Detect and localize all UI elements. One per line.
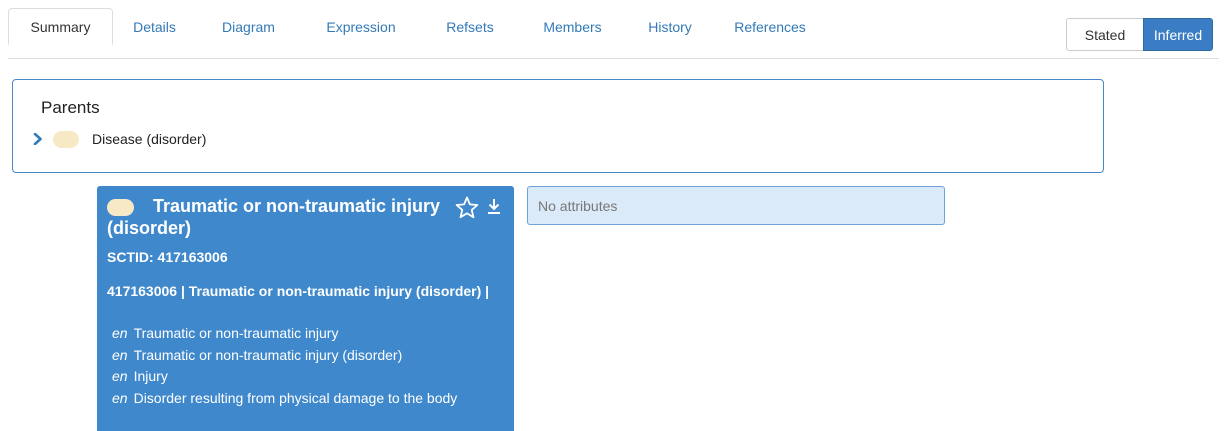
primitive-concept-pill-icon bbox=[53, 130, 79, 148]
chevron-right-icon-glyph bbox=[33, 133, 42, 145]
concept-fsn: 417163006 | Traumatic or non-traumatic i… bbox=[107, 283, 490, 299]
parents-panel: Parents Disease (disorder) bbox=[12, 79, 1104, 173]
tab-bar: Summary Details Diagram Expression Refse… bbox=[8, 8, 1219, 59]
description-row: en Traumatic or non-traumatic injury (dis… bbox=[107, 345, 507, 367]
parent-item[interactable]: Disease (disorder) bbox=[31, 129, 206, 149]
star-icon[interactable] bbox=[454, 195, 480, 221]
description-language: en bbox=[112, 368, 128, 384]
concept-card: Traumatic or non-traumatic injury (disor… bbox=[97, 186, 514, 431]
stated-button[interactable]: Stated bbox=[1066, 18, 1143, 51]
description-row: en Traumatic or non-traumatic injury bbox=[107, 323, 507, 345]
tab-history[interactable]: History bbox=[626, 8, 714, 45]
parents-title: Parents bbox=[41, 98, 100, 117]
tab-diagram[interactable]: Diagram bbox=[196, 8, 301, 45]
stated-inferred-toggle: Stated Inferred bbox=[1066, 18, 1213, 51]
concept-sctid: SCTID: 417163006 bbox=[107, 249, 228, 265]
description-row: en Disorder resulting from physical damag… bbox=[107, 388, 507, 410]
concept-summary-page: Summary Details Diagram Expression Refse… bbox=[0, 0, 1227, 431]
tab-members[interactable]: Members bbox=[519, 8, 626, 45]
parent-item-label[interactable]: Disease (disorder) bbox=[92, 131, 206, 147]
description-text: Disorder resulting from physical damage … bbox=[133, 389, 458, 406]
tab-refsets[interactable]: Refsets bbox=[421, 8, 519, 45]
concept-title: Traumatic or non-traumatic injury (disor… bbox=[107, 196, 441, 238]
tab-summary[interactable]: Summary bbox=[8, 8, 113, 45]
tab-details[interactable]: Details bbox=[113, 8, 196, 45]
tab-references[interactable]: References bbox=[714, 8, 826, 45]
no-attributes-text: No attributes bbox=[538, 198, 618, 214]
description-text: Traumatic or non-traumatic injury bbox=[133, 325, 339, 341]
description-text: Injury bbox=[133, 368, 168, 384]
attributes-panel: No attributes bbox=[527, 186, 945, 225]
description-list: en Traumatic or non-traumatic injury en Tr… bbox=[107, 323, 507, 409]
download-icon[interactable] bbox=[487, 198, 501, 215]
tab-list: Summary Details Diagram Expression Refse… bbox=[8, 8, 826, 58]
description-language: en bbox=[112, 325, 128, 341]
description-row: en Injury bbox=[107, 366, 507, 388]
description-language: en bbox=[112, 346, 128, 363]
description-language: en bbox=[112, 389, 128, 406]
chevron-right-icon[interactable] bbox=[31, 132, 45, 146]
inferred-button[interactable]: Inferred bbox=[1143, 18, 1213, 51]
description-text: Traumatic or non-traumatic injury (disor… bbox=[133, 346, 403, 363]
tab-expression[interactable]: Expression bbox=[301, 8, 421, 45]
